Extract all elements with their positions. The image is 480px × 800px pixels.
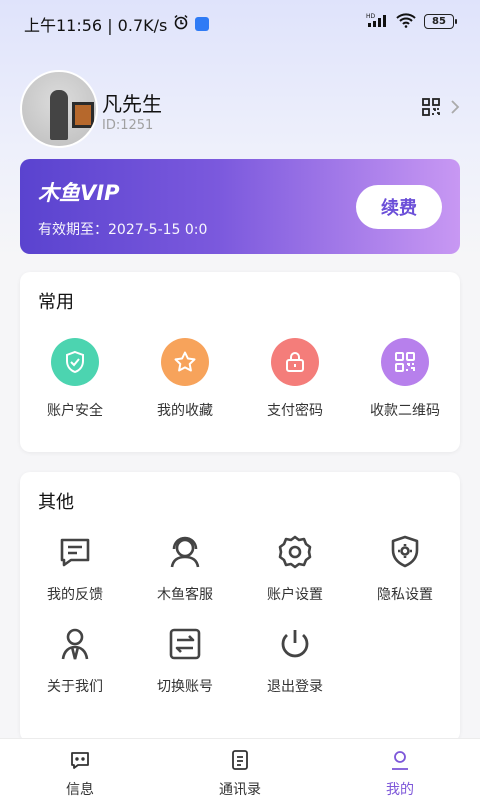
other-grid: 我的反馈 木鱼客服 账户设置 隐私设置 关于我们 切换账号 退出登录 <box>20 532 460 716</box>
privacy-settings-item[interactable]: 隐私设置 <box>350 532 460 624</box>
customer-service-icon <box>165 532 205 572</box>
vip-title: 木鱼VIP <box>38 181 120 205</box>
common-section: 常用 账户安全 我的收藏 支付密码 收款二维码 <box>20 272 460 452</box>
status-bar: 上午11:56 | 0.7K/s HD 85 <box>0 0 480 44</box>
payment-qr-item[interactable]: 收款二维码 <box>350 338 460 430</box>
account-settings-item[interactable]: 账户设置 <box>240 532 350 624</box>
privacy-settings-label: 隐私设置 <box>377 587 433 603</box>
switch-account-label: 切换账号 <box>157 679 213 695</box>
vip-card: 木鱼VIP 有效期至：2027-5-15 0:0 续费 <box>20 159 460 254</box>
qr-code-icon <box>422 98 440 120</box>
power-icon <box>275 624 315 664</box>
nav-label-messages: 信息 <box>66 782 94 798</box>
payment-qr-label: 收款二维码 <box>370 403 440 419</box>
my-feedback-label: 我的反馈 <box>47 587 103 603</box>
switch-account-icon <box>165 624 205 664</box>
vip-expiry: 有效期至：2027-5-15 0:0 <box>38 222 208 238</box>
about-us-label: 关于我们 <box>47 679 103 695</box>
signal-icon: HD <box>366 12 388 31</box>
lock-icon <box>271 338 319 386</box>
nav-label-profile: 我的 <box>386 782 414 798</box>
about-us-item[interactable]: 关于我们 <box>20 624 130 716</box>
account-security-item[interactable]: 账户安全 <box>20 338 130 430</box>
payment-password-item[interactable]: 支付密码 <box>240 338 350 430</box>
customer-service-item[interactable]: 木鱼客服 <box>130 532 240 624</box>
bottom-nav: 信息 通讯录 我的 <box>0 738 480 800</box>
logout-label: 退出登录 <box>267 679 323 695</box>
status-left: 上午11:56 | 0.7K/s <box>24 12 210 36</box>
gear-icon <box>275 532 315 572</box>
nav-tab-profile[interactable]: 我的 <box>320 739 480 800</box>
alarm-icon <box>173 14 189 34</box>
shield-check-icon <box>51 338 99 386</box>
nav-tab-contacts[interactable]: 通讯录 <box>160 739 320 800</box>
switch-account-item[interactable]: 切换账号 <box>130 624 240 716</box>
wifi-icon <box>396 12 416 31</box>
account-settings-label: 账户设置 <box>267 587 323 603</box>
message-icon <box>69 749 91 775</box>
profile-name: 凡先生 <box>102 92 162 116</box>
common-section-title: 常用 <box>38 292 74 313</box>
app-notification-icon <box>195 17 210 31</box>
profile-icon <box>389 749 411 775</box>
privacy-shield-icon <box>385 532 425 572</box>
about-us-icon <box>55 624 95 664</box>
status-right: HD 85 <box>366 12 457 31</box>
payment-password-label: 支付密码 <box>267 403 323 419</box>
renew-button[interactable]: 续费 <box>356 185 442 229</box>
other-section-title: 其他 <box>38 492 74 513</box>
common-grid: 账户安全 我的收藏 支付密码 收款二维码 <box>20 338 460 430</box>
network-badge: HD <box>366 13 376 20</box>
profile-header: 凡先生 ID:1251 <box>20 70 460 148</box>
feedback-icon <box>55 532 95 572</box>
nav-label-contacts: 通讯录 <box>219 782 261 798</box>
star-icon <box>161 338 209 386</box>
battery-indicator: 85 <box>424 14 457 29</box>
account-security-label: 账户安全 <box>47 403 103 419</box>
my-feedback-item[interactable]: 我的反馈 <box>20 532 130 624</box>
chevron-right-icon <box>450 99 460 120</box>
contacts-icon <box>229 749 251 775</box>
nav-tab-messages[interactable]: 信息 <box>0 739 160 800</box>
avatar[interactable] <box>20 70 98 148</box>
my-favorites-label: 我的收藏 <box>157 403 213 419</box>
my-qr-code-button[interactable] <box>422 98 460 120</box>
logout-item[interactable]: 退出登录 <box>240 624 350 716</box>
status-time: 上午11:56 | 0.7K/s <box>24 16 168 35</box>
my-favorites-item[interactable]: 我的收藏 <box>130 338 240 430</box>
other-section: 其他 我的反馈 木鱼客服 账户设置 隐私设置 关于我们 切换账号 退出登录 <box>20 472 460 742</box>
qr-code-icon <box>381 338 429 386</box>
profile-id: ID:1251 <box>102 118 154 133</box>
customer-service-label: 木鱼客服 <box>157 587 213 603</box>
